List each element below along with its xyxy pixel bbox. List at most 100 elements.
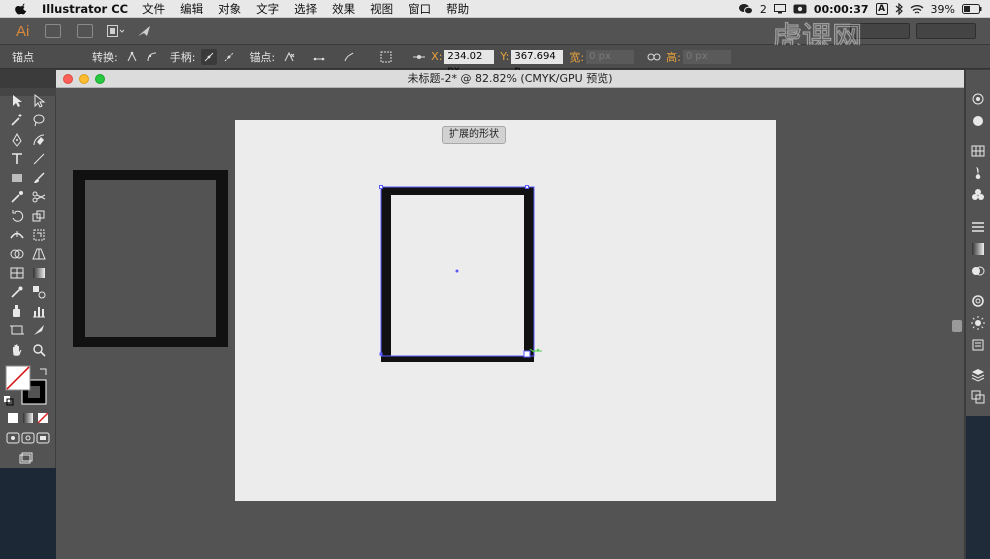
column-graph-tool-icon[interactable] [31,303,47,319]
direct-selection-tool-icon[interactable] [31,93,47,109]
align-icon[interactable] [379,49,395,65]
app-name-menu[interactable]: Illustrator CC [42,2,128,16]
shape-builder-tool-icon[interactable] [9,246,25,262]
selected-frame-shape[interactable] [378,184,548,368]
eyedropper-tool-icon[interactable] [9,284,25,300]
none-mode-icon[interactable] [35,410,51,426]
shaper-tool-icon[interactable] [9,189,25,205]
gradient-mode-icon[interactable] [20,410,36,426]
hand-tool-icon[interactable] [9,342,25,358]
transform-ref-icon[interactable] [411,49,427,65]
document-title-bar[interactable]: 未标题-2* @ 82.82% (CMYK/GPU 预览) [56,70,964,88]
symbols-icon[interactable] [971,188,985,202]
swap-fill-stroke-icon[interactable] [36,364,52,380]
curvature-tool-icon[interactable] [31,132,47,148]
stock-button[interactable] [77,24,94,38]
expand-shape-button[interactable]: 扩展的形状 [442,126,506,144]
convert-smooth-icon[interactable] [144,49,160,65]
bluetooth-icon[interactable] [895,3,903,15]
control-bar: 锚点 转换: 手柄: 锚点: X: 234.02 px Y: 367.694 p… [0,45,990,76]
blend-tool-icon[interactable] [31,284,47,300]
properties-icon[interactable] [971,114,985,128]
draw-inside-icon[interactable] [35,430,51,446]
bridge-button[interactable] [45,24,62,38]
canvas-area[interactable]: 扩展的形状 [56,88,964,559]
stroke-icon[interactable] [971,220,985,234]
layers-icon[interactable] [971,368,985,382]
zoom-window-button[interactable] [95,74,105,84]
h-field[interactable]: 0 px [682,49,731,64]
menu-window[interactable]: 窗口 [408,1,431,17]
menu-effect[interactable]: 效果 [332,1,355,17]
free-transform-tool-icon[interactable] [31,227,47,243]
cut-path-icon[interactable] [341,49,357,65]
menu-view[interactable]: 视图 [370,1,393,17]
apple-icon[interactable] [14,2,30,15]
input-source-icon[interactable]: A [875,3,888,15]
minimize-window-button[interactable] [79,74,89,84]
scale-tool-icon[interactable] [31,208,47,224]
mesh-tool-icon[interactable] [9,265,25,281]
wifi-icon[interactable] [910,4,924,15]
magic-wand-tool-icon[interactable] [9,112,25,128]
desktop-background-right [966,416,990,559]
gradient-panel-icon[interactable] [971,242,985,256]
wechat-icon[interactable] [738,3,753,15]
symbol-sprayer-tool-icon[interactable] [9,303,25,319]
menu-type[interactable]: 文字 [256,1,279,17]
menu-help[interactable]: 帮助 [446,1,469,17]
y-field[interactable]: 367.694 p [511,49,564,76]
appearance-icon[interactable] [971,92,985,106]
convert-corner-icon[interactable] [124,49,140,65]
pen-tool-icon[interactable] [9,132,25,148]
graphic-styles-icon[interactable] [971,294,985,308]
x-field[interactable]: 234.02 px [444,49,495,76]
lasso-tool-icon[interactable] [31,112,47,128]
screen-mode-icon[interactable] [18,450,34,466]
artboards-panel-icon[interactable] [971,390,985,404]
slice-tool-icon[interactable] [31,322,47,338]
default-fill-stroke-icon[interactable] [2,394,18,410]
menu-object[interactable]: 对象 [218,1,241,17]
connect-anchors-icon[interactable] [311,49,327,65]
brushes-icon[interactable] [971,166,985,180]
color-guide-icon[interactable] [971,316,985,330]
scissors-tool-icon[interactable] [31,189,47,205]
libraries-icon[interactable] [971,338,985,352]
type-tool-icon[interactable] [9,151,25,167]
selection-tool-icon[interactable] [9,93,25,109]
draw-behind-icon[interactable] [20,430,36,446]
menu-edit[interactable]: 编辑 [180,1,203,17]
gradient-tool-icon[interactable] [31,265,47,281]
menu-file[interactable]: 文件 [142,1,165,17]
arrange-documents-icon[interactable] [107,25,125,37]
close-window-button[interactable] [63,74,73,84]
record-timer: 00:00:37 [813,2,869,16]
line-tool-icon[interactable] [31,151,47,167]
menu-select[interactable]: 选择 [294,1,317,17]
monitor-icon[interactable] [773,4,786,14]
link-icon[interactable] [646,49,662,65]
rotate-tool-icon[interactable] [9,208,25,224]
record-icon[interactable] [793,4,807,14]
swatches-icon[interactable] [971,144,985,158]
remove-anchor-icon[interactable] [281,49,297,65]
perspective-grid-tool-icon[interactable] [31,246,47,262]
width-tool-icon[interactable] [9,227,25,243]
gpu-performance-icon[interactable] [137,25,151,37]
h-label: 高: [666,50,681,64]
zoom-tool-icon[interactable] [31,342,47,358]
rectangle-tool-icon[interactable] [9,170,25,186]
app-bar: Ai 虎课网 [0,18,990,56]
transparency-icon[interactable] [971,264,985,278]
paintbrush-tool-icon[interactable] [31,170,47,186]
color-mode-icon[interactable] [5,410,21,426]
w-field[interactable]: 0 px [586,49,635,64]
show-handles-icon[interactable] [201,48,218,65]
battery-icon[interactable] [962,4,982,14]
artboard-tool-icon[interactable] [9,322,25,338]
pasteboard-frame-shape[interactable] [73,170,229,348]
draw-normal-icon[interactable] [5,430,21,446]
hide-handles-icon[interactable] [221,49,237,65]
vertical-scrollbar-thumb[interactable] [952,320,962,332]
